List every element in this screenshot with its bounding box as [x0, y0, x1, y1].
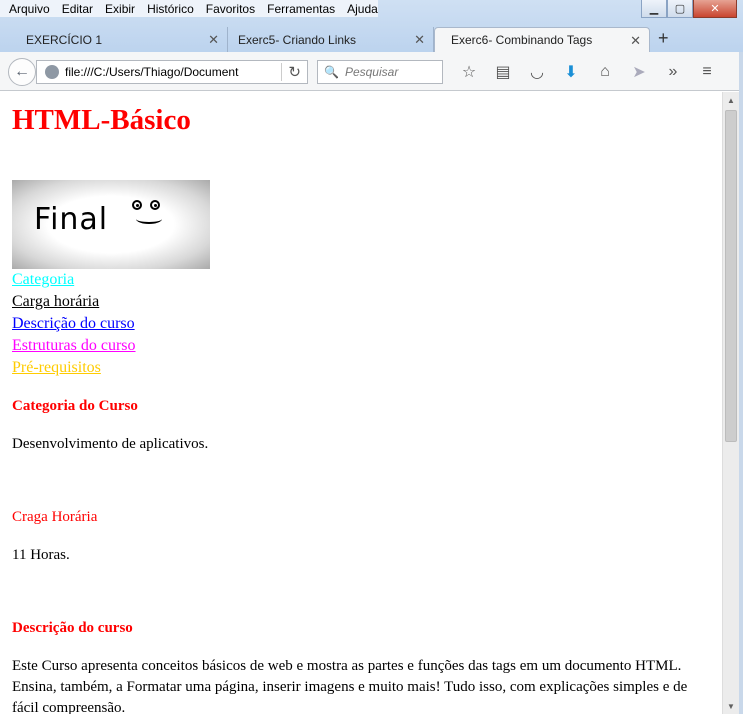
menu-item-favoritos[interactable]: Favoritos	[206, 2, 255, 16]
link-descricao[interactable]: Descrição do curso	[12, 313, 722, 335]
search-icon: 🔍	[324, 65, 339, 79]
tab-label: Exerc6- Combinando Tags	[451, 33, 593, 47]
close-window-button[interactable]: ✕	[693, 0, 737, 18]
download-icon[interactable]: ⬇	[554, 61, 588, 83]
section-heading-descricao: Descrição do curso	[12, 620, 133, 636]
link-list: Categoria Carga horária Descrição do cur…	[12, 269, 722, 379]
menu-item-arquivo[interactable]: Arquivo	[9, 2, 50, 16]
navigation-bar: ← file:///C:/Users/Thiago/Document ↻ 🔍 P…	[0, 52, 743, 91]
menu-icon[interactable]: ≡	[690, 61, 724, 83]
tab-close-icon[interactable]: ✕	[208, 32, 219, 48]
final-image: Final	[12, 180, 210, 269]
tab-label: EXERCÍCIO 1	[26, 32, 103, 47]
tab-strip: EXERCÍCIO 1 ✕ Exerc5- Criando Links ✕ Ex…	[0, 24, 743, 52]
tab-exerc6-active[interactable]: Exerc6- Combinando Tags ✕	[434, 27, 650, 52]
tab-close-icon[interactable]: ✕	[630, 33, 641, 49]
section-heading-categoria: Categoria do Curso	[12, 398, 138, 414]
page-title: HTML-Básico	[12, 104, 191, 136]
tab-label: Exerc5- Criando Links	[238, 32, 357, 47]
page-content: HTML-Básico Final Categoria Carga horári…	[0, 92, 722, 714]
reading-list-icon[interactable]: ▤	[486, 61, 520, 83]
maximize-button[interactable]: ▢	[667, 0, 693, 18]
home-icon[interactable]: ⌂	[588, 61, 622, 83]
menu-item-exibir[interactable]: Exibir	[105, 2, 135, 16]
tab-exerc5[interactable]: Exerc5- Criando Links ✕	[222, 27, 434, 52]
link-categoria[interactable]: Categoria	[12, 269, 722, 291]
image-text: Final	[34, 202, 109, 237]
pocket-icon[interactable]: ◡	[520, 61, 554, 83]
link-carga-horaria[interactable]: Carga horária	[12, 291, 722, 313]
menu-item-editar[interactable]: Editar	[62, 2, 93, 16]
section-text-carga: 11 Horas.	[12, 547, 70, 563]
reload-icon[interactable]: ↻	[281, 63, 301, 81]
overflow-icon[interactable]: »	[656, 61, 690, 83]
window-controls: ▁ ▢ ✕	[641, 0, 737, 18]
section-text-categoria: Desenvolvimento de aplicativos.	[12, 436, 209, 452]
tab-exercicio-1[interactable]: EXERCÍCIO 1 ✕	[10, 27, 228, 52]
menu-item-ferramentas[interactable]: Ferramentas	[267, 2, 335, 16]
smiley-mouth	[136, 214, 162, 224]
link-estruturas[interactable]: Estruturas do curso	[12, 335, 722, 357]
section-text-descricao: Este Curso apresenta conceitos básicos d…	[12, 658, 688, 714]
menu-item-historico[interactable]: Histórico	[147, 2, 194, 16]
url-bar[interactable]: file:///C:/Users/Thiago/Document ↻	[36, 60, 308, 84]
window-border	[739, 52, 743, 714]
scrollbar-thumb[interactable]	[725, 110, 737, 442]
vertical-scrollbar[interactable]: ▲ ▼	[722, 92, 739, 714]
search-input[interactable]: 🔍 Pesquisar	[317, 60, 443, 84]
menu-item-ajuda[interactable]: Ajuda	[347, 2, 378, 16]
section-heading-carga: Craga Horária	[12, 509, 98, 525]
star-icon[interactable]: ☆	[452, 61, 486, 83]
url-text[interactable]: file:///C:/Users/Thiago/Document	[65, 65, 269, 79]
toolbar-icons: ☆ ▤ ◡ ⬇ ⌂ ➤ » ≡	[452, 61, 724, 83]
send-icon[interactable]: ➤	[622, 61, 656, 83]
minimize-button[interactable]: ▁	[641, 0, 667, 18]
search-placeholder: Pesquisar	[344, 65, 399, 79]
scroll-down-icon[interactable]: ▼	[723, 698, 739, 714]
scroll-up-icon[interactable]: ▲	[723, 92, 739, 108]
link-pre-requisitos[interactable]: Pré-requisitos	[12, 357, 722, 379]
menu-bar: Arquivo Editar Exibir Histórico Favorito…	[0, 0, 378, 17]
globe-icon	[45, 65, 59, 79]
tab-close-icon[interactable]: ✕	[414, 32, 425, 48]
smiley-eye-right	[150, 200, 160, 210]
smiley-eye-left	[132, 200, 142, 210]
back-icon[interactable]: ←	[8, 58, 36, 86]
new-tab-icon[interactable]: +	[658, 28, 669, 49]
